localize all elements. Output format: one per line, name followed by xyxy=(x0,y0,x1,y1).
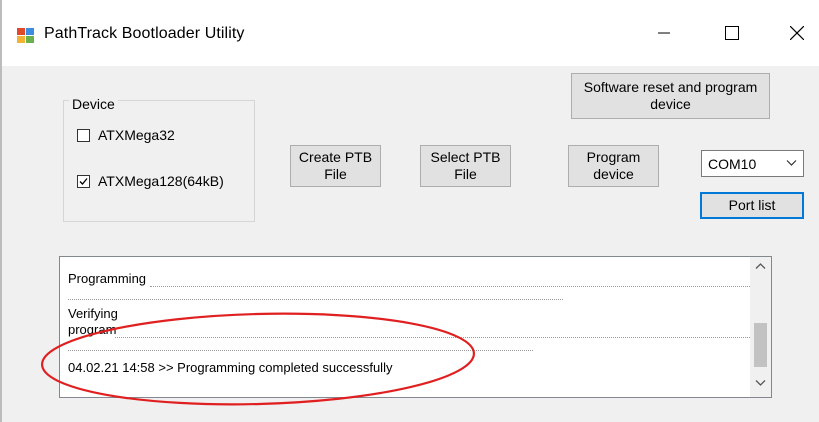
log-scrollbar[interactable] xyxy=(750,257,771,397)
com-port-value: COM10 xyxy=(708,155,757,172)
checkbox-box[interactable] xyxy=(77,128,90,142)
log-line: program xyxy=(68,322,117,337)
scrollbar-thumb[interactable] xyxy=(754,323,767,367)
minimize-button[interactable] xyxy=(642,18,686,48)
chevron-down-icon[interactable] xyxy=(755,379,766,387)
dotted-separator xyxy=(150,286,752,287)
com-port-select[interactable]: COM10 xyxy=(701,150,804,177)
close-icon xyxy=(790,26,804,40)
log-line: 04.02.21 14:58 >> Programming completed … xyxy=(68,360,393,375)
chevron-down-icon xyxy=(786,160,797,166)
checkbox-box-checked[interactable] xyxy=(77,174,90,188)
software-reset-button[interactable]: Software reset and program device xyxy=(571,73,770,119)
dotted-separator xyxy=(115,337,752,338)
close-button[interactable] xyxy=(775,18,819,48)
program-device-button[interactable]: Program device xyxy=(568,145,659,187)
checkbox-label: ATXMega128(64kB) xyxy=(98,173,224,189)
chevron-up-icon[interactable] xyxy=(755,262,766,270)
minimize-icon xyxy=(658,32,670,34)
log-textbox[interactable]: Programming Verifying program 04.02.21 1… xyxy=(59,256,772,398)
log-line: Verifying xyxy=(68,306,118,321)
title-bar: PathTrack Bootloader Utility xyxy=(0,0,819,66)
checkbox-atxmega128[interactable]: ATXMega128(64kB) xyxy=(77,173,224,189)
log-line: Programming xyxy=(68,271,147,286)
app-icon xyxy=(17,28,34,43)
device-groupbox xyxy=(63,100,255,222)
device-group-label: Device xyxy=(69,96,118,112)
dotted-separator xyxy=(68,299,563,300)
dotted-separator xyxy=(68,350,533,351)
checkbox-atxmega32[interactable]: ATXMega32 xyxy=(77,127,175,143)
checkmark-icon xyxy=(79,177,88,185)
checkbox-label: ATXMega32 xyxy=(98,127,175,143)
bootloader-window: PathTrack Bootloader Utility Device ATXM… xyxy=(0,0,819,422)
select-ptb-file-button[interactable]: Select PTB File xyxy=(420,145,511,187)
window-title: PathTrack Bootloader Utility xyxy=(44,25,245,42)
window-left-edge xyxy=(0,0,2,422)
create-ptb-file-button[interactable]: Create PTB File xyxy=(290,145,381,187)
port-list-button[interactable]: Port list xyxy=(700,192,804,219)
maximize-button[interactable] xyxy=(710,18,754,48)
maximize-icon xyxy=(725,26,739,40)
